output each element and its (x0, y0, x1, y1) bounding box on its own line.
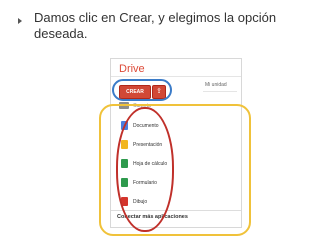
items-highlight-oval (116, 107, 174, 232)
my-drive-label: Mi unidad (205, 82, 227, 88)
column-divider (203, 91, 237, 92)
drive-title: Drive (119, 63, 145, 75)
bullet-text: Damos clic en Crear, y elegimos la opció… (34, 10, 277, 41)
bullet-arrow-icon (18, 18, 22, 24)
header-divider (111, 76, 241, 77)
create-highlight-oval (112, 79, 172, 101)
